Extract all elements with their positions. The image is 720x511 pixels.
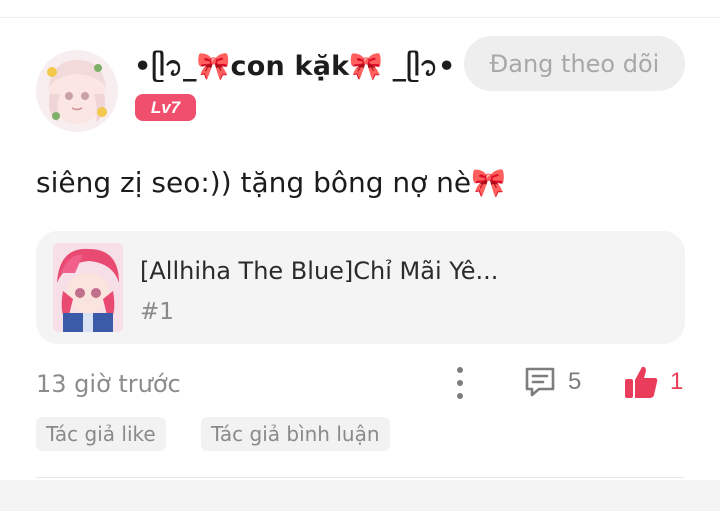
more-dot [457,367,463,373]
avatar-image [36,50,118,132]
author-username[interactable]: •ᥫ᭡_🎀con kặk🎀 _ᥫ᭡• [134,46,455,95]
story-title: [Allhiha The Blue]Chỉ Mãi Yê... [140,257,499,285]
top-divider [0,0,720,18]
comment-icon [525,367,555,397]
more-dot [457,393,463,399]
following-button[interactable]: Đang theo dõi [464,36,685,91]
comment-count: 5 [568,368,582,395]
story-chapter: #1 [140,299,174,325]
story-card[interactable]: [Allhiha The Blue]Chỉ Mãi Yê... #1 [36,231,685,344]
avatar[interactable] [36,50,118,132]
comment-button[interactable]: 5 [522,364,581,400]
more-vertical-icon[interactable] [446,365,474,401]
divider [36,477,684,478]
post-card: •ᥫ᭡_🎀con kặk🎀 _ᥫ᭡• Lv7 Đang theo dõi siê… [0,18,720,480]
story-cover [53,243,123,332]
level-badge: Lv7 [135,94,196,121]
more-dot [457,380,463,386]
story-cover-image [53,243,123,332]
author-like-tag: Tác giả like [36,417,166,451]
like-button[interactable]: 1 [622,363,683,401]
thumbs-up-icon [625,366,658,398]
like-count: 1 [670,368,684,395]
post-content: siêng zị seo:)) tặng bông nợ nè🎀 [36,166,507,199]
post-timestamp: 13 giờ trước [36,370,181,398]
section-separator [0,480,720,511]
author-comment-tag: Tác giả bình luận [201,417,390,451]
